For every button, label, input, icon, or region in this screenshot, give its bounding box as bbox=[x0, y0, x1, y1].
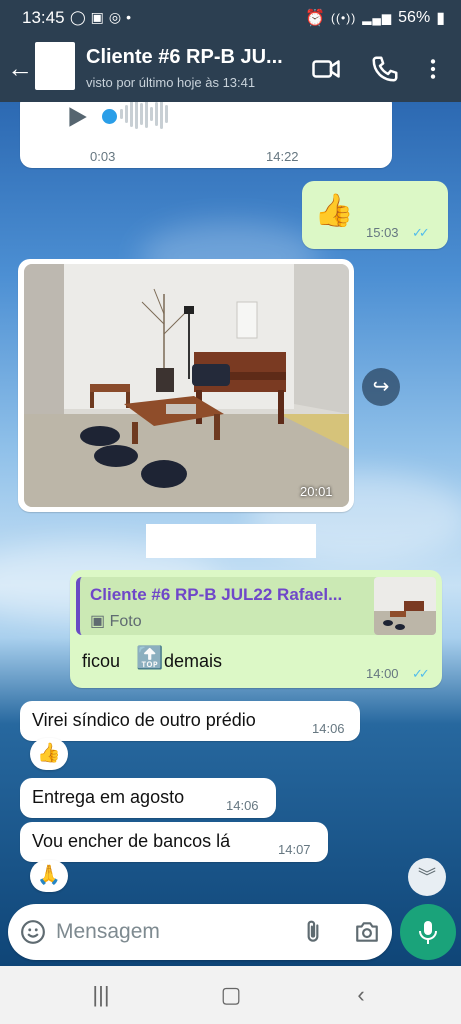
read-ticks-icon: ✓✓ bbox=[412, 666, 430, 681]
dot-icon: • bbox=[126, 9, 137, 25]
attach-icon[interactable] bbox=[300, 919, 326, 945]
mic-icon bbox=[419, 921, 437, 944]
text-message[interactable]: Virei síndico de outro prédio 14:06 bbox=[20, 701, 360, 741]
reaction-folded-hands[interactable]: 🙏 bbox=[30, 860, 68, 892]
chrome-icon: ◎ bbox=[108, 9, 127, 25]
quoted-author: Cliente #6 RP-B JUL22 Rafael... bbox=[90, 585, 343, 604]
home-icon[interactable]: ▢ bbox=[216, 980, 246, 1010]
audio-message[interactable]: 0:03 14:22 bbox=[20, 102, 392, 168]
forward-icon[interactable]: ↪ bbox=[362, 368, 400, 406]
camera-icon[interactable] bbox=[354, 919, 380, 945]
reply-text-after: demais bbox=[164, 651, 223, 671]
audio-seek-handle[interactable] bbox=[102, 109, 117, 124]
back-arrow-icon[interactable]: ← bbox=[6, 52, 34, 84]
message-time: 14:06 bbox=[312, 721, 345, 736]
contact-name[interactable]: Cliente #6 RP-B JU... bbox=[86, 46, 301, 69]
top-arrow-emoji: 🔝 bbox=[136, 645, 164, 670]
video-call-icon[interactable] bbox=[311, 54, 341, 84]
message-text: Virei síndico de outro prédio bbox=[32, 710, 256, 730]
chat-header: ← Cliente #6 RP-B JU... visto por último… bbox=[0, 34, 461, 102]
message-composer bbox=[8, 904, 392, 960]
photo-thumbnail[interactable]: 20:01 bbox=[24, 264, 349, 507]
wifi-icon: ((•)) bbox=[331, 11, 357, 25]
status-time: 13:45 bbox=[22, 8, 65, 27]
chat-area[interactable]: 0:03 14:22 👍 15:03 ✓✓ 20:01 ↪ Cliente #6… bbox=[0, 102, 461, 966]
phone-icon[interactable] bbox=[370, 54, 400, 84]
message-time: 14:06 bbox=[226, 798, 259, 813]
photo-icon: ▣ bbox=[90, 613, 106, 630]
notification-icons: ◯▣◎• bbox=[70, 9, 136, 26]
status-bar: 13:45 ◯▣◎• ⏰ ((•)) ▂▄▆ 56% ▮ bbox=[0, 0, 461, 34]
thumbs-up-emoji: 👍 bbox=[314, 192, 354, 228]
quoted-photo-thumbnail[interactable] bbox=[374, 577, 436, 635]
audio-waveform[interactable] bbox=[120, 102, 190, 130]
read-ticks-icon: ✓✓ bbox=[412, 225, 430, 240]
scroll-down-icon[interactable]: ︾ bbox=[408, 858, 446, 896]
redacted-area bbox=[146, 524, 316, 558]
message-time: 14:00 bbox=[366, 666, 399, 681]
nav-back-icon[interactable]: ‹ bbox=[346, 980, 376, 1010]
alarm-icon: ⏰ bbox=[305, 10, 325, 27]
text-message[interactable]: Entrega em agosto 14:06 bbox=[20, 778, 276, 818]
message-text: Vou encher de bancos lá bbox=[32, 831, 231, 851]
status-right: ⏰ ((•)) ▂▄▆ 56% ▮ bbox=[305, 8, 445, 28]
reaction-thumbs-up[interactable]: 👍 bbox=[30, 738, 68, 770]
message-text: Entrega em agosto bbox=[32, 787, 185, 807]
whatsapp-icon: ◯ bbox=[70, 9, 91, 25]
reply-text-before: ficou bbox=[82, 651, 121, 671]
audio-elapsed: 0:03 bbox=[90, 149, 116, 164]
redacted-area bbox=[188, 102, 338, 132]
mic-button[interactable] bbox=[400, 904, 456, 960]
quoted-type: ▣ Foto bbox=[90, 611, 142, 631]
message-input[interactable] bbox=[56, 916, 286, 948]
message-time: 20:01 bbox=[300, 484, 333, 499]
signal-icon: ▂▄▆ bbox=[362, 11, 393, 25]
text-message[interactable]: Vou encher de bancos lá 14:07 bbox=[20, 822, 328, 862]
play-icon[interactable] bbox=[64, 104, 90, 130]
image-icon: ▣ bbox=[90, 9, 109, 25]
avatar[interactable] bbox=[35, 42, 75, 90]
recents-icon[interactable]: ||| bbox=[86, 980, 116, 1010]
quoted-type-label: Foto bbox=[109, 613, 142, 630]
battery-level: 56% bbox=[398, 9, 431, 26]
battery-icon: ▮ bbox=[436, 10, 445, 27]
emoji-message[interactable]: 👍 15:03 ✓✓ bbox=[302, 181, 448, 249]
system-nav-bar: ||| ▢ ‹ bbox=[0, 966, 461, 1024]
message-time: 15:03 bbox=[366, 225, 399, 240]
more-vert-icon[interactable] bbox=[420, 54, 446, 84]
emoji-icon[interactable] bbox=[20, 919, 46, 945]
last-seen: visto por último hoje às 13:41 bbox=[86, 75, 256, 90]
message-time: 14:07 bbox=[278, 842, 311, 857]
message-time: 14:22 bbox=[266, 149, 299, 164]
